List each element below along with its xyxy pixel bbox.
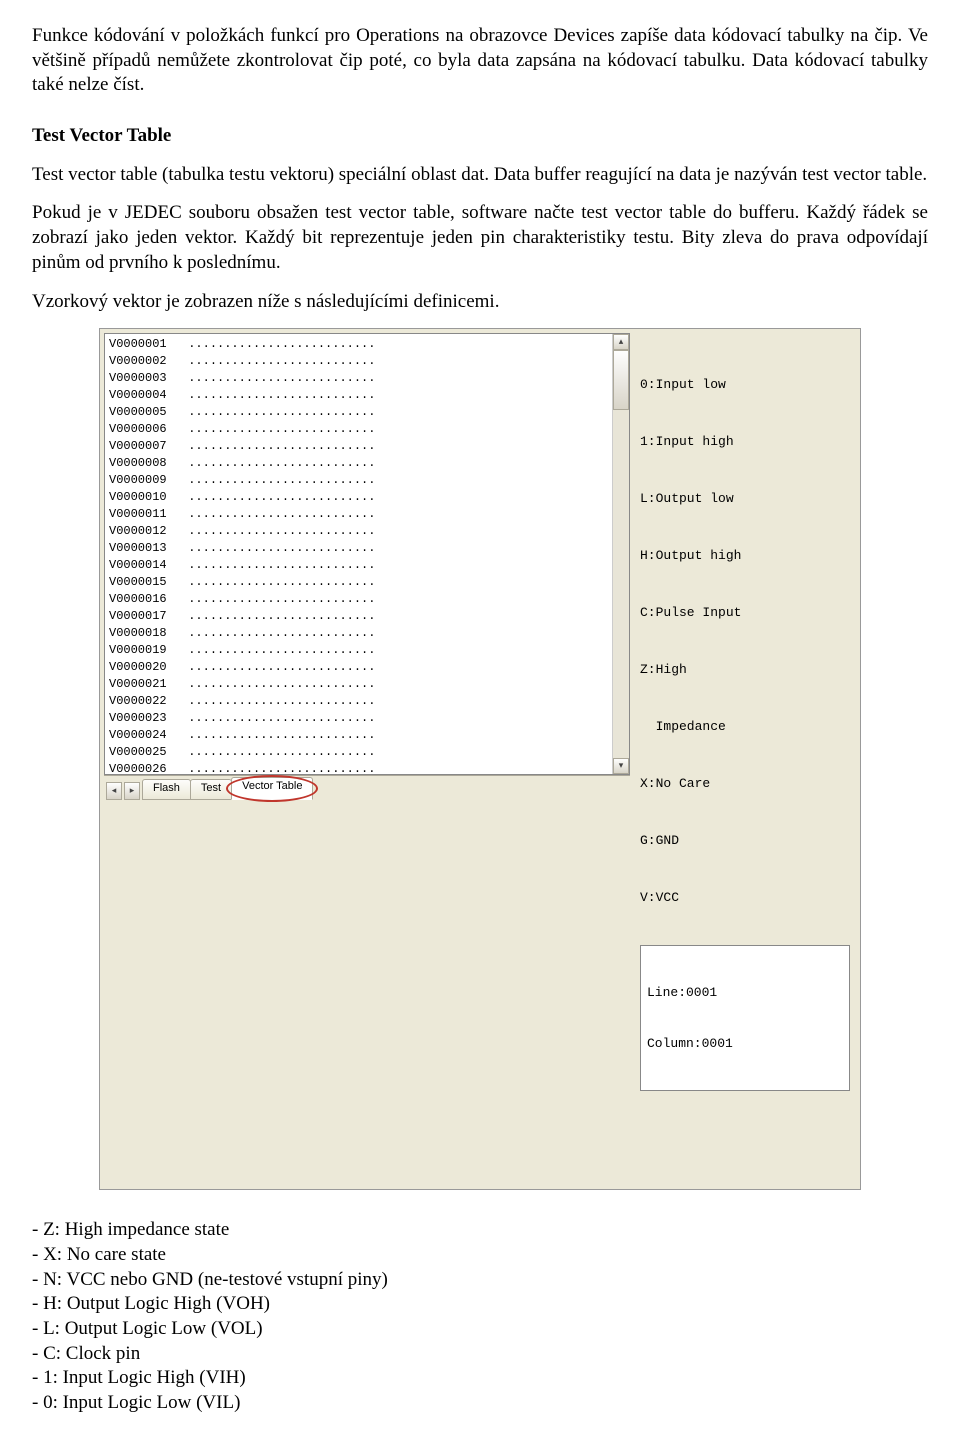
- list-item: - 1: Input Logic High (VIH): [32, 1366, 928, 1391]
- legend-row: H:Output high: [640, 546, 850, 565]
- scroll-thumb[interactable]: [613, 350, 629, 410]
- list-item: - C: Clock pin: [32, 1342, 928, 1367]
- vector-row[interactable]: V0000011 ..........................: [109, 506, 608, 523]
- tab-vector-table[interactable]: Vector Table: [231, 777, 313, 800]
- tab-scroll-right-icon[interactable]: ▸: [124, 782, 140, 800]
- scroll-down-icon[interactable]: ▾: [613, 758, 629, 774]
- vector-row[interactable]: V0000025 ..........................: [109, 744, 608, 761]
- vector-row[interactable]: V0000002 ..........................: [109, 353, 608, 370]
- scroll-up-icon[interactable]: ▴: [613, 334, 629, 350]
- vector-row[interactable]: V0000021 ..........................: [109, 676, 608, 693]
- vector-row[interactable]: V0000009 ..........................: [109, 472, 608, 489]
- vector-row[interactable]: V0000001 ..........................: [109, 336, 608, 353]
- vector-row[interactable]: V0000023 ..........................: [109, 710, 608, 727]
- list-item: - N: VCC nebo GND (ne-testové vstupní pi…: [32, 1268, 928, 1293]
- legend: 0:Input low 1:Input high L:Output low H:…: [640, 337, 850, 945]
- list-item: - L: Output Logic Low (VOL): [32, 1317, 928, 1342]
- section-heading: Test Vector Table: [32, 124, 928, 149]
- vector-row[interactable]: V0000018 ..........................: [109, 625, 608, 642]
- vector-row[interactable]: V0000012 ..........................: [109, 523, 608, 540]
- position-line: Line:0001: [647, 984, 843, 1001]
- paragraph-4: Vzorkový vektor je zobrazen níže s násle…: [32, 290, 928, 315]
- legend-row: 0:Input low: [640, 375, 850, 394]
- list-item: - H: Output Logic High (VOH): [32, 1292, 928, 1317]
- list-item: - 0: Input Logic Low (VIL): [32, 1391, 928, 1416]
- vector-row[interactable]: V0000014 ..........................: [109, 557, 608, 574]
- tab-flash[interactable]: Flash: [142, 779, 191, 800]
- vector-row[interactable]: V0000016 ..........................: [109, 591, 608, 608]
- position-column: Column:0001: [647, 1035, 843, 1052]
- tab-strip: ◂ ▸ Flash Test Vector Table: [104, 775, 630, 800]
- intro-paragraph: Funkce kódování v položkách funkcí pro O…: [32, 24, 928, 98]
- vector-row[interactable]: V0000006 ..........................: [109, 421, 608, 438]
- definitions-list: - Z: High impedance state - X: No care s…: [32, 1218, 928, 1416]
- vector-row[interactable]: V0000010 ..........................: [109, 489, 608, 506]
- tab-test[interactable]: Test: [190, 779, 232, 800]
- legend-row: L:Output low: [640, 489, 850, 508]
- vector-row[interactable]: V0000024 ..........................: [109, 727, 608, 744]
- legend-row: X:No Care: [640, 774, 850, 793]
- legend-row: 1:Input high: [640, 432, 850, 451]
- vector-row[interactable]: V0000004 ..........................: [109, 387, 608, 404]
- legend-row: V:VCC: [640, 888, 850, 907]
- vector-row[interactable]: V0000007 ..........................: [109, 438, 608, 455]
- vector-row[interactable]: V0000019 ..........................: [109, 642, 608, 659]
- legend-row: Z:High: [640, 660, 850, 679]
- vector-row[interactable]: V0000015 ..........................: [109, 574, 608, 591]
- legend-row: C:Pulse Input: [640, 603, 850, 622]
- legend-row: G:GND: [640, 831, 850, 850]
- vector-row[interactable]: V0000008 ..........................: [109, 455, 608, 472]
- vector-row[interactable]: V0000022 ..........................: [109, 693, 608, 710]
- vector-row[interactable]: V0000005 ..........................: [109, 404, 608, 421]
- tab-scroll-left-icon[interactable]: ◂: [106, 782, 122, 800]
- position-box: Line:0001 Column:0001: [640, 945, 850, 1091]
- legend-row: Impedance: [640, 717, 850, 736]
- paragraph-2: Test vector table (tabulka testu vektoru…: [32, 163, 928, 188]
- paragraph-3: Pokud je v JEDEC souboru obsažen test ve…: [32, 201, 928, 275]
- tab-vector-table-label: Vector Table: [242, 780, 302, 792]
- vector-row[interactable]: V0000020 ..........................: [109, 659, 608, 676]
- vector-list[interactable]: V0000001 ..........................V0000…: [104, 333, 630, 775]
- vector-row[interactable]: V0000003 ..........................: [109, 370, 608, 387]
- vector-row[interactable]: V0000026 ..........................: [109, 761, 608, 775]
- list-item: - X: No care state: [32, 1243, 928, 1268]
- vector-row[interactable]: V0000017 ..........................: [109, 608, 608, 625]
- list-item: - Z: High impedance state: [32, 1218, 928, 1243]
- embedded-screenshot: V0000001 ..........................V0000…: [32, 328, 928, 1190]
- vertical-scrollbar[interactable]: ▴ ▾: [612, 334, 629, 774]
- vector-row[interactable]: V0000013 ..........................: [109, 540, 608, 557]
